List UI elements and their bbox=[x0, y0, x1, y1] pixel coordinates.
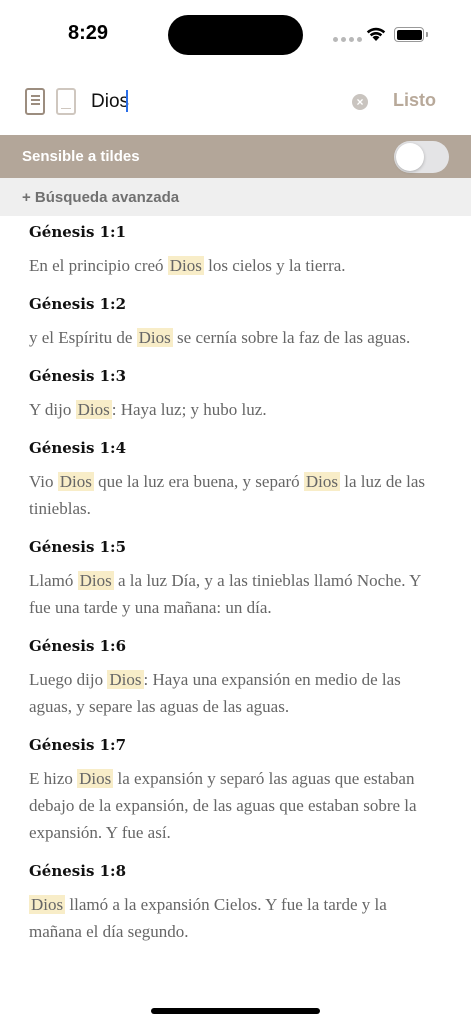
verse-text: Vio Dios que la luz era buena, y separó … bbox=[29, 468, 442, 522]
cellular-signal-icon bbox=[333, 37, 362, 42]
status-time: 8:29 bbox=[68, 22, 109, 44]
highlighted-match: Dios bbox=[303, 472, 341, 491]
verse-text-segment: que la luz era buena, y separó bbox=[93, 472, 304, 491]
accent-sensitive-label: Sensible a tildes bbox=[22, 148, 140, 165]
verse-reference: Génesis 1:1 bbox=[29, 223, 127, 241]
verse-text-segment: se cernía sobre la faz de las aguas. bbox=[172, 328, 411, 347]
verse-reference: Génesis 1:5 bbox=[29, 538, 127, 556]
chapter-view-icon[interactable] bbox=[56, 88, 76, 115]
verse-text-segment: los cielos y la tierra. bbox=[203, 256, 346, 275]
verse-text-segment: Luego dijo bbox=[29, 670, 108, 689]
highlighted-match: Dios bbox=[75, 400, 112, 419]
battery-icon bbox=[394, 27, 428, 42]
wifi-icon bbox=[366, 27, 386, 41]
clear-search-icon[interactable]: × bbox=[352, 94, 368, 110]
verse-reference: Génesis 1:6 bbox=[29, 637, 127, 655]
highlighted-match: Dios bbox=[57, 472, 94, 491]
done-button[interactable]: Listo bbox=[393, 90, 436, 111]
verse-text: En el principio creó Dios los cielos y l… bbox=[29, 252, 442, 279]
verse-text: Y dijo Dios: Haya luz; y hubo luz. bbox=[29, 396, 442, 423]
verse-text-segment: E hizo bbox=[29, 769, 78, 788]
dynamic-island bbox=[168, 15, 303, 55]
verse-text: Luego dijo Dios: Haya una expansión en m… bbox=[29, 666, 442, 720]
verse-text: Dios llamó a la expansión Cielos. Y fue … bbox=[29, 891, 442, 945]
list-item[interactable]: Génesis 1:4 Vio Dios que la luz era buena… bbox=[0, 439, 471, 522]
advanced-search-label[interactable]: + Búsqueda avanzada bbox=[22, 189, 179, 206]
highlighted-match: Dios bbox=[77, 769, 114, 788]
list-item[interactable]: Génesis 1:3 Y dijo Dios: Haya luz; y hubo… bbox=[0, 367, 471, 423]
verse-text-segment: Llamó bbox=[29, 571, 78, 590]
verse-reference: Génesis 1:2 bbox=[29, 295, 127, 313]
highlighted-match: Dios bbox=[167, 256, 204, 275]
verse-text: E hizo Dios la expansión y separó las ag… bbox=[29, 765, 442, 846]
results-list: Génesis 1:1 En el principio creó Dios los… bbox=[0, 216, 471, 1024]
list-item[interactable]: Génesis 1:8 Dios llamó a la expansión Cie… bbox=[0, 862, 471, 945]
verse-reference: Génesis 1:4 bbox=[29, 439, 127, 457]
list-item[interactable]: Génesis 1:2 y el Espíritu de Dios se cern… bbox=[0, 295, 471, 351]
verse-text-segment: y el Espíritu de bbox=[29, 328, 137, 347]
verse-text-segment: En el principio creó bbox=[29, 256, 168, 275]
highlighted-match: Dios bbox=[29, 895, 66, 914]
highlighted-match: Dios bbox=[77, 571, 114, 590]
verse-reference: Génesis 1:8 bbox=[29, 862, 127, 880]
book-view-icon[interactable] bbox=[25, 88, 45, 115]
list-item[interactable]: Génesis 1:6 Luego dijo Dios: Haya una exp… bbox=[0, 637, 471, 720]
advanced-search-row[interactable]: + Búsqueda avanzada bbox=[0, 178, 471, 216]
home-indicator bbox=[151, 1008, 320, 1014]
verse-text-segment: llamó a la expansión Cielos. Y fue la ta… bbox=[29, 895, 387, 941]
verse-text-segment: : Haya luz; y hubo luz. bbox=[111, 400, 267, 419]
verse-reference: Génesis 1:3 bbox=[29, 367, 127, 385]
status-bar: 8:29 bbox=[0, 0, 471, 70]
highlighted-match: Dios bbox=[107, 670, 144, 689]
accent-sensitive-toggle[interactable] bbox=[394, 141, 449, 173]
verse-text: Llamó Dios a la luz Día, y a las tiniebl… bbox=[29, 567, 442, 621]
verse-text: y el Espíritu de Dios se cernía sobre la… bbox=[29, 324, 442, 351]
highlighted-match: Dios bbox=[136, 328, 173, 347]
list-item[interactable]: Génesis 1:1 En el principio creó Dios los… bbox=[0, 223, 471, 279]
text-caret bbox=[126, 90, 128, 112]
verse-text-segment: Vio bbox=[29, 472, 58, 491]
list-item[interactable]: Génesis 1:5 Llamó Dios a la luz Día, y a … bbox=[0, 538, 471, 621]
verse-text-segment: Y dijo bbox=[29, 400, 76, 419]
toggle-knob bbox=[396, 143, 424, 171]
search-header: × Listo bbox=[0, 72, 471, 134]
list-item[interactable]: Génesis 1:7 E hizo Dios la expansión y se… bbox=[0, 736, 471, 846]
accent-sensitive-row: Sensible a tildes bbox=[0, 135, 471, 178]
verse-reference: Génesis 1:7 bbox=[29, 736, 127, 754]
